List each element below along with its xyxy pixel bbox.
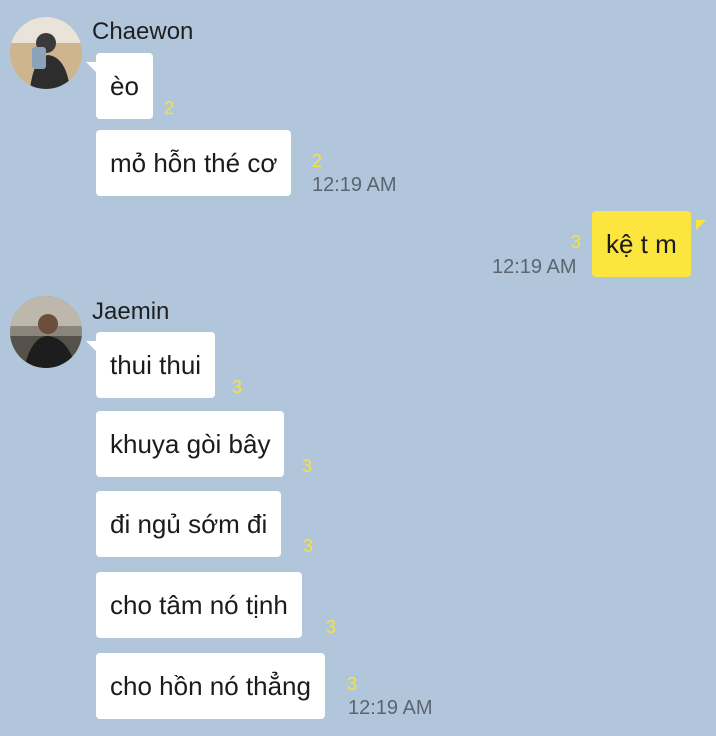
message-text: thui thui — [110, 350, 202, 380]
message-text: đi ngủ sớm đi — [110, 509, 268, 539]
message-bubble[interactable]: khuya gòi bây — [96, 411, 285, 477]
sender-name: Chaewon — [92, 18, 194, 45]
message-text: cho hồn nó thẳng — [110, 671, 311, 701]
message-text: cho tâm nó tịnh — [110, 590, 288, 620]
unread-count: 3 — [302, 456, 313, 476]
message-bubble[interactable]: èo — [96, 53, 153, 119]
bubble-tail — [86, 341, 96, 351]
message-text: khuya gòi bây — [110, 429, 271, 459]
message-timestamp: 12:19 AM — [348, 697, 433, 719]
unread-count: 3 — [303, 536, 314, 556]
avatar-jaemin[interactable] — [10, 296, 82, 368]
user-avatar-photo-icon — [10, 17, 82, 89]
unread-count: 3 — [232, 377, 243, 397]
unread-count: 3 — [571, 232, 582, 252]
message-timestamp: 12:19 AM — [312, 174, 397, 196]
bubble-tail — [696, 220, 706, 230]
sender-name: Jaemin — [92, 298, 170, 325]
avatar-chaewon[interactable] — [10, 17, 82, 89]
message-bubble[interactable]: thui thui — [96, 332, 216, 398]
message-bubble[interactable]: cho hồn nó thẳng — [96, 653, 325, 719]
unread-count: 3 — [347, 674, 358, 694]
unread-count: 3 — [326, 617, 337, 637]
message-bubble[interactable]: mỏ hỗn thé cơ — [96, 130, 292, 196]
message-text: kệ t m — [606, 229, 677, 259]
message-bubble[interactable]: cho tâm nó tịnh — [96, 572, 302, 638]
unread-count: 2 — [312, 151, 323, 171]
message-timestamp: 12:19 AM — [492, 256, 577, 278]
user-avatar-photo-icon — [10, 296, 82, 368]
unread-count: 2 — [164, 98, 175, 118]
bubble-tail — [86, 62, 96, 72]
message-text: mỏ hỗn thé cơ — [110, 148, 278, 178]
message-bubble[interactable]: đi ngủ sớm đi — [96, 491, 282, 557]
message-text: èo — [110, 71, 139, 101]
my-message-bubble[interactable]: kệ t m — [592, 211, 691, 277]
